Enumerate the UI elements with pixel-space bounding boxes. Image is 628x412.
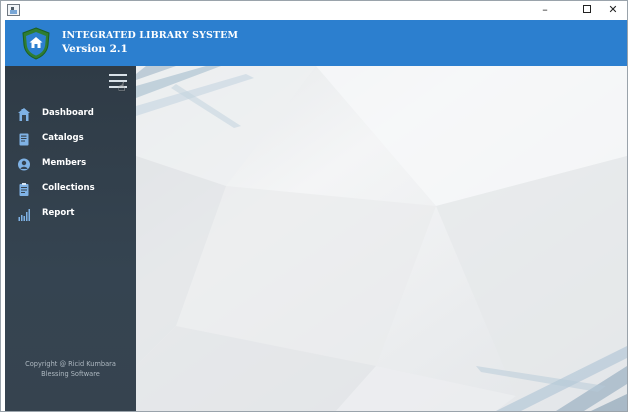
app-window: – ✕ INTEGRATED LIBRARY SYSTEM Version 2.… (0, 0, 628, 412)
copyright-line: Blessing Software (41, 370, 100, 378)
background-pattern (136, 66, 627, 411)
sidebar-item-label: Report (42, 208, 75, 218)
close-button[interactable]: ✕ (599, 1, 627, 20)
sidebar-item-catalogs[interactable]: Catalogs (5, 129, 136, 151)
app-version: Version 2.1 (62, 43, 128, 55)
title-bar: – ✕ (1, 1, 627, 20)
sidebar-item-label: Catalogs (42, 133, 84, 143)
sidebar-item-report[interactable]: Report (5, 204, 136, 226)
maximize-button[interactable] (573, 1, 601, 20)
app-icon (7, 4, 20, 16)
sidebar-item-label: Collections (42, 183, 95, 193)
home-icon (18, 108, 30, 121)
main-content-area (136, 66, 627, 411)
book-icon (19, 133, 29, 146)
sidebar-item-members[interactable]: Members (5, 154, 136, 176)
hand-cursor-icon: ☝ (118, 80, 126, 94)
clipboard-icon (19, 183, 29, 196)
sidebar-item-dashboard[interactable]: Dashboard (5, 104, 136, 126)
shield-home-icon (22, 27, 50, 60)
maximize-icon (583, 5, 591, 13)
app-title: INTEGRATED LIBRARY SYSTEM (62, 30, 239, 41)
copyright-text: Copyright @ Ricid Kumbara Blessing Softw… (5, 359, 136, 379)
sidebar-item-collections[interactable]: Collections (5, 179, 136, 201)
bar-chart-icon (18, 209, 30, 221)
sidebar: ☝ Dashboard Catalogs Members Collections… (5, 66, 136, 411)
sidebar-item-label: Members (42, 158, 87, 168)
copyright-line: Copyright @ Ricid Kumbara (25, 360, 116, 368)
minimize-button[interactable]: – (531, 1, 559, 20)
sidebar-item-label: Dashboard (42, 108, 94, 118)
member-icon (18, 158, 30, 171)
app-header: INTEGRATED LIBRARY SYSTEM Version 2.1 (5, 20, 627, 66)
